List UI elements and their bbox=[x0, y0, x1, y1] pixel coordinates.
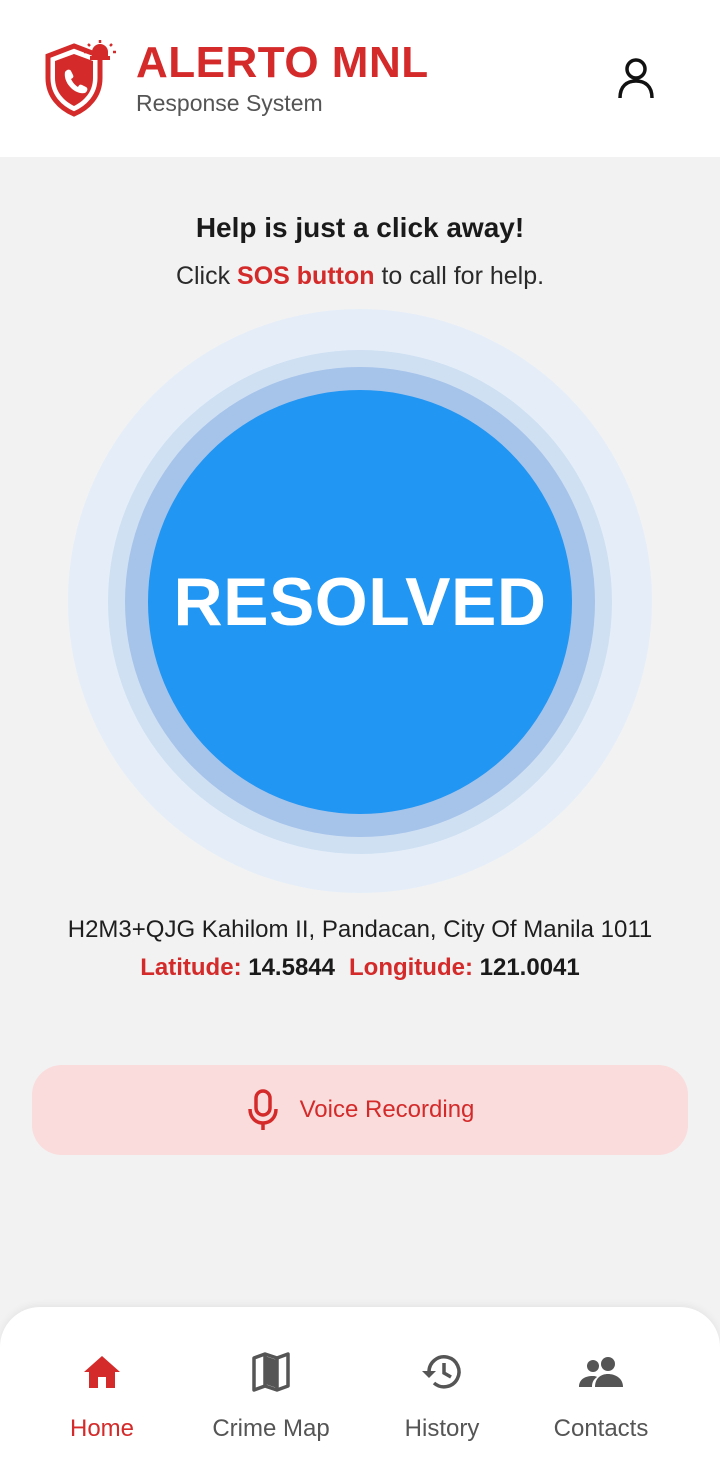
help-subtitle: Click SOS button to call for help. bbox=[0, 258, 720, 294]
user-icon bbox=[618, 58, 654, 99]
nav-label-home: Home bbox=[69, 1415, 135, 1442]
nav-label-history: History bbox=[404, 1415, 480, 1442]
bottom-navigation: Home Crime Map History Contacts bbox=[0, 1307, 720, 1463]
app-header: ALERTO MNL Response System bbox=[0, 0, 720, 157]
sos-button[interactable]: RESOLVED bbox=[148, 390, 572, 814]
app-screen: ALERTO MNL Response System Help is just … bbox=[0, 0, 720, 1463]
nav-item-contacts[interactable]: Contacts bbox=[540, 1307, 662, 1463]
location-coordinates: Latitude: 14.5844 Longitude: 121.0041 bbox=[0, 950, 720, 986]
profile-button[interactable] bbox=[610, 52, 662, 104]
location-address: H2M3+QJG Kahilom II, Pandacan, City Of M… bbox=[67, 916, 653, 943]
map-icon bbox=[252, 1352, 290, 1392]
latitude-value: 14.5844 bbox=[248, 954, 335, 981]
latitude-label: Latitude: bbox=[140, 954, 242, 981]
history-icon bbox=[422, 1355, 461, 1389]
nav-item-home[interactable]: Home bbox=[38, 1307, 166, 1463]
nav-item-history[interactable]: History bbox=[382, 1307, 502, 1463]
help-title: Help is just a click away! bbox=[195, 212, 525, 243]
app-subtitle: Response System bbox=[136, 90, 323, 116]
nav-item-crime-map[interactable]: Crime Map bbox=[196, 1307, 346, 1463]
nav-label-contacts: Contacts bbox=[553, 1415, 649, 1442]
longitude-label: Longitude: bbox=[349, 954, 473, 981]
help-sub-highlight: SOS button bbox=[237, 262, 375, 290]
sos-status-label: RESOLVED bbox=[173, 564, 547, 640]
help-sub-prefix: Click bbox=[175, 262, 238, 290]
app-title: ALERTO MNL bbox=[136, 38, 429, 87]
voice-recording-label: Voice Recording bbox=[299, 1096, 475, 1123]
nav-label-crime-map: Crime Map bbox=[212, 1415, 330, 1442]
help-sub-suffix: to call for help. bbox=[374, 262, 545, 290]
voice-recording-button[interactable]: Voice Recording bbox=[32, 1065, 688, 1155]
longitude-value: 121.0041 bbox=[479, 954, 580, 981]
shield-phone-alarm-icon bbox=[44, 40, 116, 118]
people-icon bbox=[579, 1357, 623, 1387]
home-icon bbox=[84, 1356, 120, 1388]
microphone-icon bbox=[247, 1089, 278, 1130]
